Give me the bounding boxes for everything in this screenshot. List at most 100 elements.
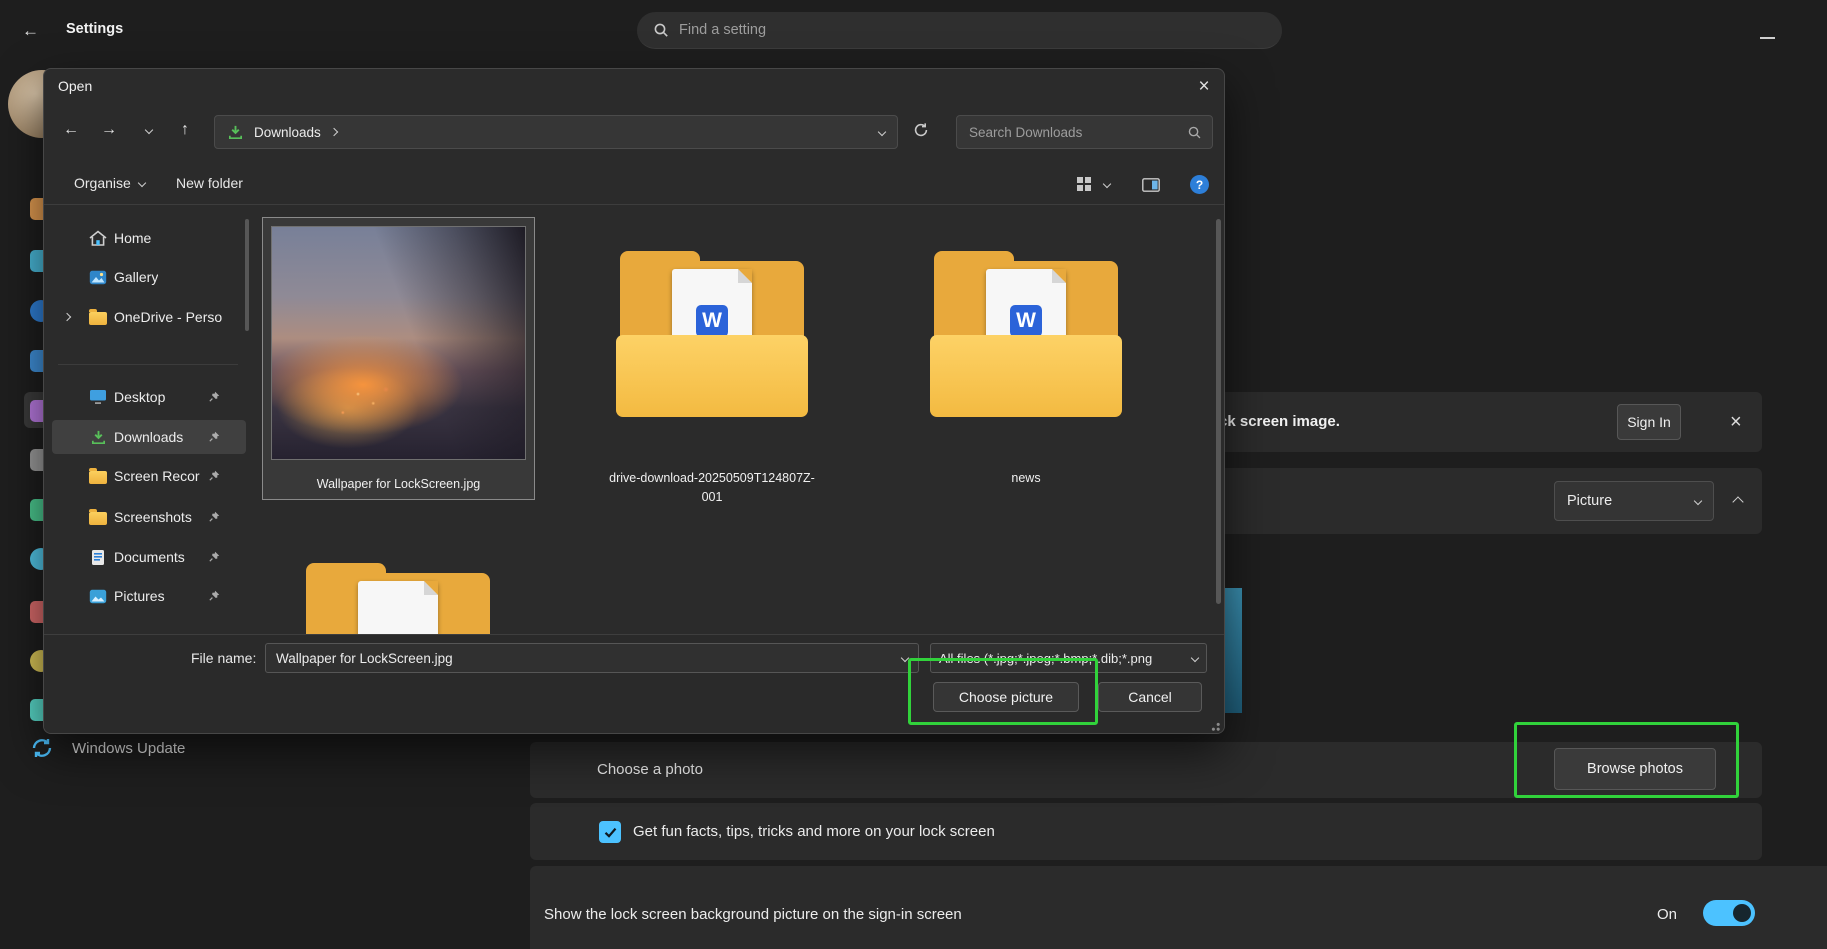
settings-back-button[interactable]: ← bbox=[22, 18, 48, 42]
file-name-input[interactable] bbox=[266, 650, 918, 666]
picture-dropdown-value: Picture bbox=[1567, 493, 1613, 509]
new-folder-label: New folder bbox=[176, 175, 243, 191]
file-item-wallpaper[interactable]: Wallpaper for LockScreen.jpg bbox=[262, 217, 535, 500]
cancel-button[interactable]: Cancel bbox=[1098, 682, 1202, 712]
minimize-button[interactable] bbox=[1760, 37, 1775, 39]
sidebar-item-label: Documents bbox=[114, 549, 185, 565]
folder-with-doc-icon: W bbox=[612, 251, 812, 421]
sidebar-item-label: Screenshots bbox=[114, 509, 192, 525]
find-setting-input[interactable] bbox=[679, 22, 1266, 38]
preview-pane-button[interactable] bbox=[1142, 178, 1160, 192]
sidebar-item-downloads[interactable]: Downloads bbox=[52, 420, 246, 454]
grid-view-icon bbox=[1077, 177, 1091, 191]
sidebar-item-label: OneDrive - Perso bbox=[114, 309, 223, 325]
search-icon bbox=[1187, 125, 1202, 140]
pictures-icon bbox=[88, 589, 108, 604]
dialog-search-input[interactable] bbox=[969, 124, 1182, 140]
breadcrumb-chevron-icon[interactable] bbox=[329, 127, 339, 137]
sidebar-item-label: Downloads bbox=[114, 429, 184, 445]
signin-screen-row: Show the lock screen background picture … bbox=[530, 866, 1827, 949]
view-button[interactable] bbox=[1076, 176, 1092, 192]
sidebar-item-label: Desktop bbox=[114, 389, 166, 405]
file-name-label: drive-download-20250509T124807Z-001 bbox=[609, 471, 815, 504]
dialog-footer: File name: All files (*.jpg;*.jpeg;*.bmp… bbox=[44, 634, 1224, 733]
address-bar[interactable]: Downloads bbox=[214, 115, 898, 149]
help-icon: ? bbox=[1190, 175, 1209, 194]
settings-search[interactable] bbox=[637, 12, 1282, 49]
home-icon bbox=[88, 230, 108, 246]
fun-facts-checkbox[interactable] bbox=[599, 821, 621, 843]
desktop-icon bbox=[88, 389, 108, 405]
check-icon bbox=[604, 827, 617, 838]
sidebar-item-screenshots[interactable]: Screenshots bbox=[52, 500, 246, 534]
sidebar-item-screen-recordings[interactable]: Screen Recor bbox=[52, 459, 246, 493]
image-thumbnail bbox=[271, 226, 526, 460]
banner-close-icon[interactable]: × bbox=[1730, 412, 1742, 432]
downloads-icon bbox=[88, 429, 108, 446]
sidebar-item-documents[interactable]: Documents bbox=[52, 540, 246, 574]
pin-icon bbox=[209, 389, 220, 405]
sidebar-item-label: Pictures bbox=[114, 588, 165, 604]
address-history-chevron[interactable] bbox=[877, 127, 887, 137]
picture-dropdown[interactable]: Picture bbox=[1554, 481, 1714, 521]
file-name-label: news bbox=[1011, 471, 1041, 485]
refresh-button[interactable] bbox=[906, 115, 936, 145]
fun-facts-row: Get fun facts, tips, tricks and more on … bbox=[530, 803, 1762, 860]
windows-update-icon bbox=[30, 736, 54, 760]
collapse-chevron-icon[interactable] bbox=[1732, 496, 1744, 508]
sidebar-item-pictures[interactable]: Pictures bbox=[52, 579, 246, 613]
documents-icon bbox=[88, 549, 108, 566]
folder-with-doc-icon: W bbox=[926, 251, 1126, 421]
file-list-scrollbar[interactable] bbox=[1216, 219, 1221, 604]
chevron-down-icon bbox=[1190, 653, 1200, 663]
search-icon bbox=[653, 22, 669, 38]
sign-in-button[interactable]: Sign In bbox=[1617, 404, 1681, 440]
choose-photo-row: Choose a photo Browse photos bbox=[530, 742, 1762, 798]
windows-update-label: Windows Update bbox=[72, 739, 186, 757]
file-list: Wallpaper for LockScreen.jpg W drive-dow… bbox=[256, 205, 1212, 635]
file-type-value: All files (*.jpg;*.jpeg;*.bmp;*.dib;*.pn… bbox=[939, 650, 1153, 666]
pin-icon bbox=[209, 588, 220, 604]
sidebar-item-onedrive[interactable]: OneDrive - Perso bbox=[52, 300, 246, 334]
dialog-close-button[interactable]: × bbox=[1182, 71, 1224, 103]
sidebar-item-label: Screen Recor bbox=[114, 468, 200, 484]
preview-pane-icon bbox=[1142, 178, 1160, 192]
folder-icon bbox=[298, 563, 498, 635]
breadcrumb-downloads[interactable]: Downloads bbox=[254, 125, 321, 140]
new-folder-button[interactable]: New folder bbox=[176, 175, 243, 191]
nav-recent-chevron[interactable] bbox=[134, 115, 164, 145]
choose-picture-button[interactable]: Choose picture bbox=[933, 682, 1079, 712]
file-name-field[interactable] bbox=[265, 643, 919, 673]
file-item-folder-partial[interactable] bbox=[298, 563, 498, 635]
fun-facts-label: Get fun facts, tips, tricks and more on … bbox=[633, 823, 995, 840]
sidebar-item-home[interactable]: Home bbox=[52, 221, 246, 255]
refresh-icon bbox=[914, 123, 928, 137]
view-chevron[interactable] bbox=[1102, 179, 1112, 189]
help-button[interactable]: ? bbox=[1190, 175, 1209, 194]
resize-grip[interactable] bbox=[1208, 719, 1220, 731]
nav-back-button[interactable]: ← bbox=[56, 115, 86, 145]
sidebar-scrollbar[interactable] bbox=[245, 219, 249, 331]
windows-update-item[interactable]: Windows Update bbox=[30, 736, 185, 760]
word-doc-icon: W bbox=[1010, 305, 1042, 337]
dialog-title: Open bbox=[58, 78, 93, 94]
chevron-down-icon bbox=[144, 125, 154, 135]
sidebar-item-gallery[interactable]: Gallery bbox=[52, 260, 246, 294]
back-arrow-icon: ← bbox=[22, 20, 39, 40]
onedrive-folder-icon bbox=[88, 309, 108, 325]
folder-icon bbox=[88, 468, 108, 484]
nav-forward-button[interactable]: → bbox=[94, 115, 124, 145]
expand-chevron-icon[interactable] bbox=[62, 312, 72, 322]
file-name-field-label: File name: bbox=[191, 650, 257, 666]
signin-screen-toggle[interactable] bbox=[1703, 900, 1755, 926]
nav-up-button[interactable]: ↑ bbox=[170, 115, 200, 145]
file-type-select[interactable]: All files (*.jpg;*.jpeg;*.bmp;*.dib;*.pn… bbox=[930, 643, 1207, 673]
organise-button[interactable]: Organise bbox=[74, 175, 147, 191]
pin-icon bbox=[209, 468, 220, 484]
signin-screen-label: Show the lock screen background picture … bbox=[544, 906, 962, 923]
file-name-label: Wallpaper for LockScreen.jpg bbox=[316, 477, 481, 491]
dialog-search[interactable] bbox=[956, 115, 1213, 149]
sidebar-item-desktop[interactable]: Desktop bbox=[52, 380, 246, 414]
toggle-state-label: On bbox=[1657, 906, 1678, 923]
browse-photos-button[interactable]: Browse photos bbox=[1554, 748, 1716, 790]
